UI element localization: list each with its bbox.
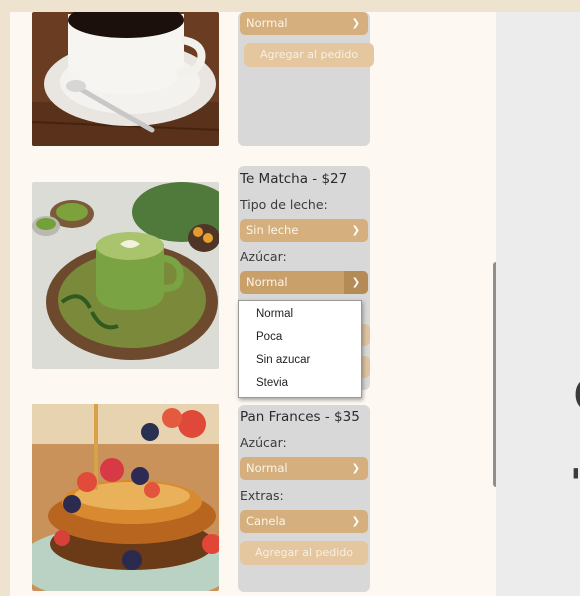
french-toast-sugar-label: Azúcar: bbox=[240, 435, 287, 450]
matcha-milk-value: Sin leche bbox=[246, 223, 299, 237]
chevron-down-icon: ❯ bbox=[344, 271, 368, 294]
matcha-milk-select[interactable]: Sin leche ❯ bbox=[240, 219, 368, 242]
decorative-glyph: " bbox=[570, 464, 580, 502]
decorative-glyph: ( bbox=[572, 374, 580, 412]
chevron-down-icon: ❯ bbox=[351, 225, 360, 236]
matcha-sugar-select[interactable]: Normal ❯ bbox=[240, 271, 368, 294]
french-toast-extras-label: Extras: bbox=[240, 488, 284, 503]
coffee-photo bbox=[32, 12, 219, 146]
matcha-photo bbox=[32, 182, 219, 369]
sugar-option-normal[interactable]: Normal bbox=[256, 308, 293, 320]
chevron-down-icon: ❯ bbox=[351, 516, 360, 527]
french-toast-sugar-value: Normal bbox=[246, 461, 288, 475]
french-toast-add-to-order-button[interactable]: Agregar al pedido bbox=[240, 541, 368, 565]
sugar-option-stevia[interactable]: Stevia bbox=[256, 377, 288, 389]
french-toast-title: Pan Frances - $35 bbox=[240, 409, 360, 425]
matcha-sugar-label: Azúcar: bbox=[240, 249, 287, 264]
matcha-sugar-dropdown: Normal Poca Sin azucar Stevia bbox=[238, 300, 362, 398]
coffee-sugar-select[interactable]: Normal ❯ bbox=[240, 12, 368, 35]
side-panel: ( " bbox=[496, 12, 580, 596]
sugar-option-sin-azucar[interactable]: Sin azucar bbox=[256, 354, 310, 366]
chevron-down-icon: ❯ bbox=[351, 463, 360, 474]
french-toast-card: Pan Frances - $35 Azúcar: Normal ❯ Extra… bbox=[238, 405, 370, 592]
matcha-sugar-value: Normal bbox=[246, 275, 288, 289]
coffee-sugar-value: Normal bbox=[246, 16, 288, 30]
matcha-title: Te Matcha - $27 bbox=[240, 171, 348, 187]
matcha-milk-label: Tipo de leche: bbox=[240, 197, 328, 212]
sugar-option-poca[interactable]: Poca bbox=[256, 331, 282, 343]
french-toast-sugar-select[interactable]: Normal ❯ bbox=[240, 457, 368, 480]
french-toast-photo bbox=[32, 404, 219, 591]
coffee-card: Normal ❯ Agregar al pedido bbox=[238, 12, 374, 146]
coffee-add-to-order-button[interactable]: Agregar al pedido bbox=[244, 43, 374, 67]
french-toast-extras-select[interactable]: Canela ❯ bbox=[240, 510, 368, 533]
french-toast-extras-value: Canela bbox=[246, 514, 286, 528]
menu-scroll-panel: Normal ❯ Agregar al pedido Te Matcha - $… bbox=[10, 12, 496, 596]
chevron-down-icon: ❯ bbox=[351, 18, 360, 29]
